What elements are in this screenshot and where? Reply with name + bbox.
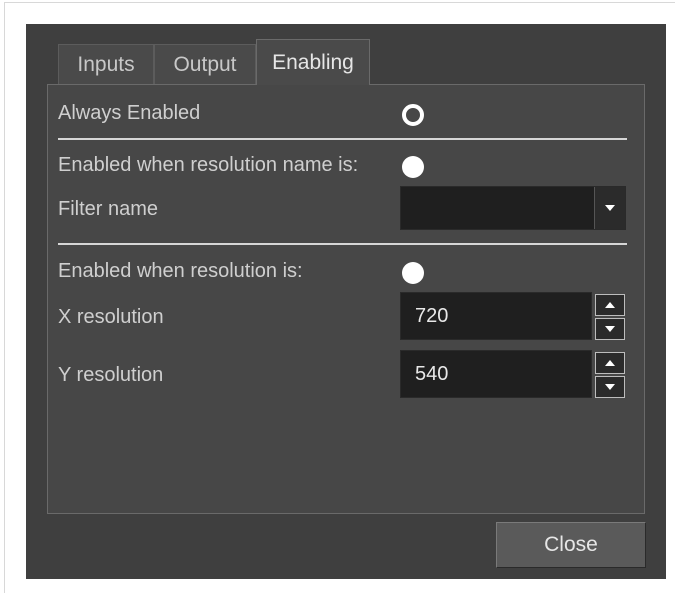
x-resolution-input[interactable]: 720	[400, 292, 592, 340]
enabling-dialog: Inputs Output Enabling Always Enabled En…	[26, 24, 666, 579]
close-button-label: Close	[544, 533, 598, 556]
y-resolution-label: Y resolution	[58, 364, 164, 386]
resolution-label: Enabled when resolution is:	[58, 260, 303, 282]
resolution-name-radio[interactable]	[402, 156, 424, 178]
tab-output[interactable]: Output	[154, 44, 256, 84]
always-enabled-radio[interactable]	[402, 104, 424, 126]
x-resolution-value: 720	[415, 304, 449, 327]
tab-inputs[interactable]: Inputs	[58, 44, 154, 84]
always-enabled-label: Always Enabled	[58, 102, 201, 124]
close-button[interactable]: Close	[496, 522, 646, 568]
divider	[58, 138, 627, 140]
y-resolution-input[interactable]: 540	[400, 350, 592, 398]
arrow-up-icon[interactable]	[595, 352, 625, 374]
tab-enabling-label: Enabling	[272, 50, 354, 74]
resolution-name-label: Enabled when resolution name is:	[58, 154, 359, 176]
resolution-radio[interactable]	[402, 262, 424, 284]
chevron-down-icon[interactable]	[594, 187, 625, 229]
y-resolution-value: 540	[415, 362, 449, 385]
divider	[58, 243, 627, 245]
filter-name-dropdown[interactable]	[400, 186, 626, 230]
x-resolution-label: X resolution	[58, 306, 164, 328]
tab-enabling[interactable]: Enabling	[256, 39, 370, 85]
arrow-down-icon[interactable]	[595, 318, 625, 340]
tab-inputs-label: Inputs	[77, 52, 135, 76]
tab-output-label: Output	[173, 52, 237, 76]
filter-name-label: Filter name	[58, 198, 159, 220]
arrow-down-icon[interactable]	[595, 376, 625, 398]
arrow-up-icon[interactable]	[595, 294, 625, 316]
